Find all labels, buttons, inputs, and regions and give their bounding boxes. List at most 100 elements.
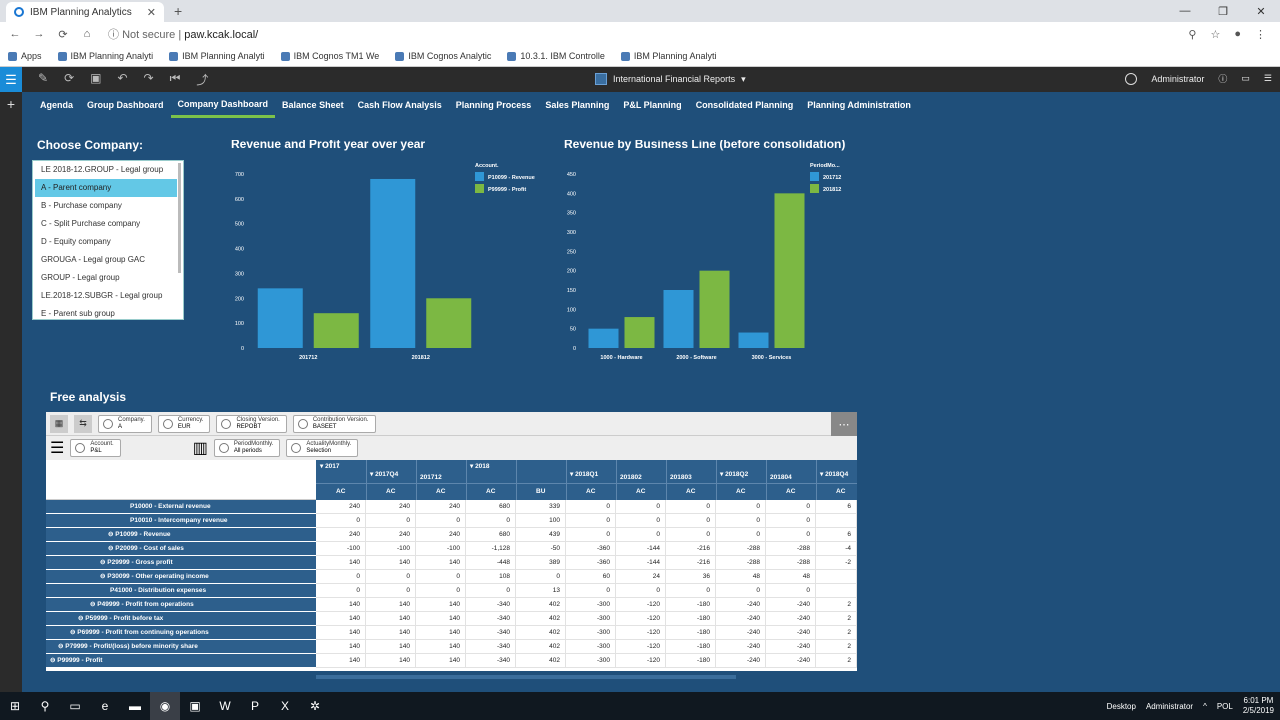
table-cell[interactable]: -216 <box>666 556 716 569</box>
tab-cash-flow-analysis[interactable]: Cash Flow Analysis <box>351 92 449 118</box>
swap-icon[interactable]: ⇆ <box>74 414 92 433</box>
table-cell[interactable]: 140 <box>316 654 366 667</box>
table-cell[interactable]: -300 <box>566 654 616 667</box>
period-header[interactable]: 201712 <box>420 474 442 481</box>
table-cell[interactable]: -300 <box>566 598 616 611</box>
table-cell[interactable]: 0 <box>616 528 666 541</box>
table-cell[interactable]: -4 <box>816 542 857 555</box>
table-cell[interactable]: 0 <box>466 584 516 597</box>
table-cell[interactable]: 0 <box>416 584 466 597</box>
table-cell[interactable]: 240 <box>366 528 416 541</box>
context-chip[interactable]: Currency. EUR <box>157 414 211 433</box>
table-cell[interactable]: 680 <box>466 528 516 541</box>
app-icon[interactable]: ▣ <box>180 692 210 720</box>
table-cell[interactable]: 0 <box>766 528 816 541</box>
list-scrollbar[interactable] <box>178 163 181 273</box>
table-cell[interactable]: 2 <box>816 654 857 667</box>
table-cell[interactable]: 0 <box>466 514 516 527</box>
company-list-item[interactable]: E - Parent sub group <box>33 305 183 319</box>
zoom-icon[interactable]: ⚲ <box>1188 28 1196 41</box>
table-cell[interactable]: -120 <box>616 612 666 625</box>
company-list-item[interactable]: C - Split Purchase company <box>33 215 183 233</box>
table-cell[interactable]: 0 <box>616 584 666 597</box>
table-cell[interactable]: -288 <box>716 542 766 555</box>
table-cell[interactable]: 439 <box>516 528 566 541</box>
bookmark-item[interactable]: 10.3.1. IBM Controlle <box>507 51 605 61</box>
table-cell[interactable]: 0 <box>716 500 766 513</box>
table-cell[interactable] <box>816 584 857 597</box>
table-cell[interactable]: 140 <box>416 654 466 667</box>
row-label[interactable]: ⊖ P69999 - Profit from continuing operat… <box>46 626 316 640</box>
tab-group-dashboard[interactable]: Group Dashboard <box>80 92 171 118</box>
table-cell[interactable]: 140 <box>366 598 416 611</box>
minimize-icon[interactable]: — <box>1166 0 1204 22</box>
table-cell[interactable]: -448 <box>466 556 516 569</box>
table-cell[interactable]: -240 <box>766 626 816 639</box>
table-cell[interactable]: -300 <box>566 626 616 639</box>
company-list-item[interactable]: GROUGA - Legal group GAC <box>33 251 183 269</box>
table-cell[interactable]: -100 <box>316 542 366 555</box>
table-cell[interactable]: 140 <box>366 626 416 639</box>
table-cell[interactable]: 0 <box>566 514 616 527</box>
table-cell[interactable]: -240 <box>716 654 766 667</box>
table-cell[interactable]: 402 <box>516 640 566 653</box>
table-cell[interactable]: 339 <box>516 500 566 513</box>
table-cell[interactable]: 48 <box>716 570 766 583</box>
row-label[interactable]: P10000 - External revenue <box>46 500 316 514</box>
table-cell[interactable]: 2 <box>816 598 857 611</box>
table-cell[interactable]: 140 <box>316 556 366 569</box>
tab-company-dashboard[interactable]: Company Dashboard <box>170 92 276 118</box>
table-cell[interactable]: 140 <box>366 556 416 569</box>
table-cell[interactable]: 402 <box>516 654 566 667</box>
table-cell[interactable]: 0 <box>716 584 766 597</box>
period-header[interactable]: ▾ 2018Q4 <box>820 470 848 478</box>
table-cell[interactable]: -144 <box>616 542 666 555</box>
table-cell[interactable]: -340 <box>466 626 516 639</box>
actuality-header[interactable]: AC <box>336 488 345 495</box>
table-cell[interactable]: 140 <box>366 612 416 625</box>
table-cell[interactable]: -180 <box>666 654 716 667</box>
table-cell[interactable]: -340 <box>466 598 516 611</box>
actuality-header[interactable]: AC <box>586 488 595 495</box>
table-cell[interactable]: -100 <box>366 542 416 555</box>
table-cell[interactable]: -216 <box>666 542 716 555</box>
actuality-header[interactable]: BU <box>536 488 545 495</box>
apps-menu-icon[interactable]: ☰ <box>1264 73 1272 84</box>
table-cell[interactable]: 140 <box>416 556 466 569</box>
table-cell[interactable]: 108 <box>466 570 516 583</box>
company-list[interactable]: LE 2018-12.GROUP - Legal group A - Parent… <box>32 160 184 320</box>
table-cell[interactable] <box>816 514 857 527</box>
table-cell[interactable]: 140 <box>416 612 466 625</box>
explorer-icon[interactable]: ▬ <box>120 692 150 720</box>
table-cell[interactable]: 60 <box>566 570 616 583</box>
period-header[interactable]: 201803 <box>670 474 692 481</box>
table-cell[interactable]: 0 <box>766 584 816 597</box>
period-header[interactable]: 201804 <box>770 474 792 481</box>
table-cell[interactable]: -120 <box>616 598 666 611</box>
period-header[interactable]: ▾ 2017Q4 <box>370 470 398 478</box>
table-cell[interactable]: 140 <box>416 626 466 639</box>
table-cell[interactable]: 2 <box>816 612 857 625</box>
actuality-header[interactable]: AC <box>386 488 395 495</box>
table-cell[interactable]: 240 <box>316 528 366 541</box>
undo-icon[interactable]: ↶ <box>117 71 127 88</box>
table-cell[interactable]: -180 <box>666 640 716 653</box>
table-cell[interactable]: -240 <box>716 640 766 653</box>
forward-icon[interactable]: → <box>30 28 48 40</box>
reload-icon[interactable]: ⟳ <box>54 28 72 41</box>
table-cell[interactable]: 0 <box>666 500 716 513</box>
table-cell[interactable]: 0 <box>366 570 416 583</box>
company-list-item[interactable]: LE.2018-12.SUBGR - Legal group <box>33 287 183 305</box>
bookmark-item[interactable]: IBM Cognos TM1 We <box>280 51 379 61</box>
task-view-icon[interactable]: ▭ <box>60 692 90 720</box>
table-cell[interactable]: 36 <box>666 570 716 583</box>
back-icon[interactable]: ← <box>6 28 24 40</box>
hamburger-menu-icon[interactable]: ☰ <box>0 67 22 92</box>
actuality-header[interactable]: AC <box>836 488 845 495</box>
company-list-item[interactable]: GROUP - Legal group <box>33 269 183 287</box>
row-label[interactable]: ⊖ P59999 - Profit before tax <box>46 612 316 626</box>
bookmark-item[interactable]: IBM Cognos Analytic <box>395 51 491 61</box>
table-cell[interactable]: 240 <box>366 500 416 513</box>
period-header[interactable]: 201802 <box>620 474 642 481</box>
more-options-icon[interactable]: ⋯ <box>831 412 857 436</box>
